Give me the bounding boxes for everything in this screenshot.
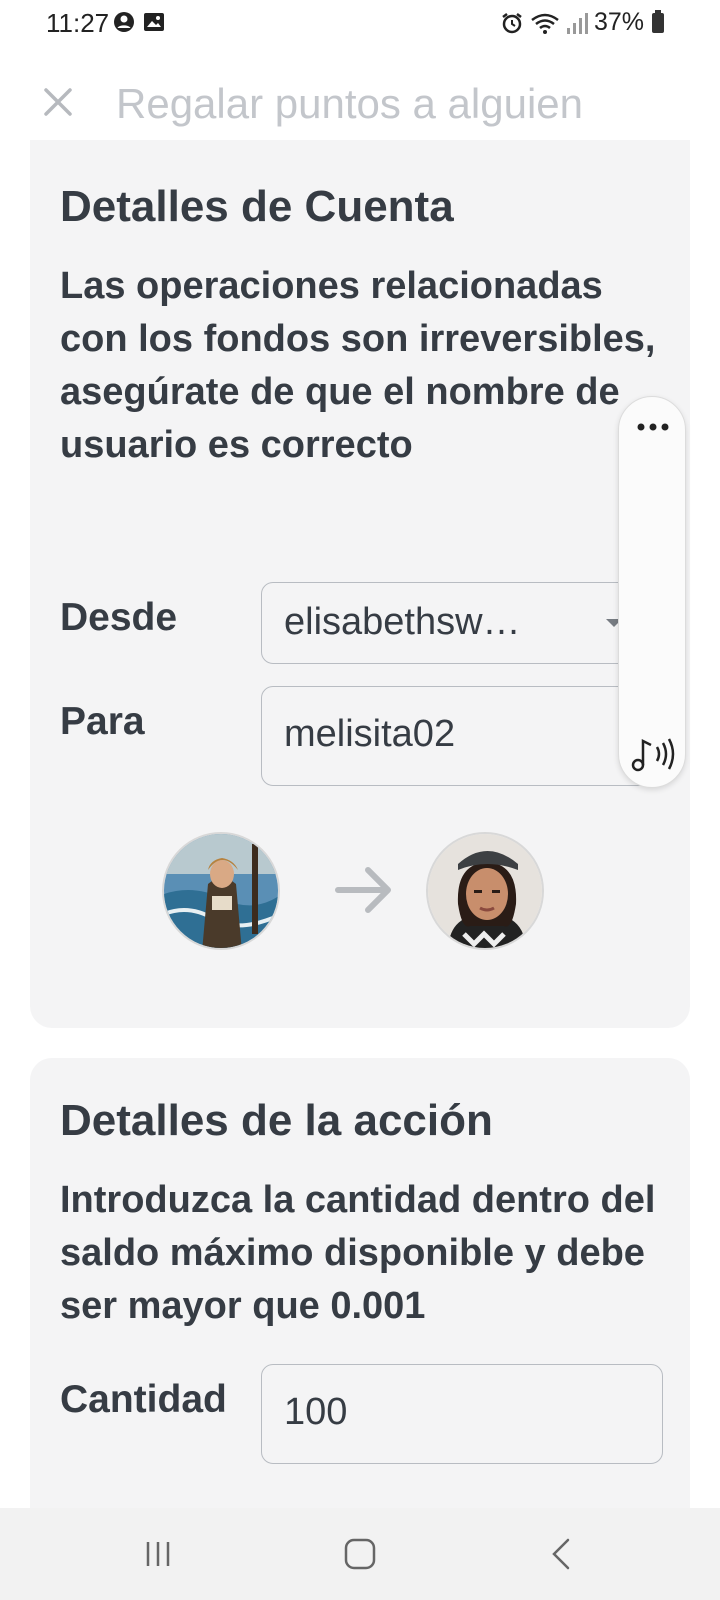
- recents-icon[interactable]: [134, 1530, 182, 1578]
- to-username-input[interactable]: melisita02: [261, 686, 663, 786]
- recipient-avatar-image: [428, 834, 542, 948]
- account-circle-icon: [114, 12, 134, 32]
- alarm-icon: [502, 12, 522, 33]
- from-account-value: elisabethsw…: [284, 601, 521, 643]
- status-time: 11:27: [46, 8, 110, 38]
- system-navigation-bar: [0, 1508, 720, 1600]
- arrow-right-icon: [335, 867, 391, 913]
- amount-label: Cantidad: [60, 1378, 227, 1421]
- to-label: Para: [60, 700, 145, 743]
- floating-tools-panel: [618, 396, 686, 788]
- battery-percentage: 37%: [593, 8, 644, 36]
- from-account-select[interactable]: elisabethsw…: [261, 582, 663, 664]
- back-icon[interactable]: [538, 1530, 586, 1578]
- from-label: Desde: [60, 596, 178, 639]
- status-notification-icons: [113, 11, 165, 33]
- battery-icon: [652, 9, 664, 33]
- status-bar: 11:27 37%: [0, 0, 720, 48]
- amount-input[interactable]: 100: [261, 1364, 663, 1464]
- sender-avatar-image: [164, 834, 278, 948]
- audio-music-icon[interactable]: [629, 735, 677, 773]
- app-header: Regalar puntos a alguien: [0, 62, 720, 152]
- status-system-icons: 37%: [500, 8, 664, 37]
- screen: 11:27 37% Regalar puntos a alguien Detal…: [0, 0, 720, 1600]
- close-icon[interactable]: [34, 78, 82, 126]
- account-details-card: Detalles de Cuenta Las operaciones relac…: [30, 140, 690, 1028]
- recipient-avatar: [426, 832, 544, 950]
- action-details-description: Introduzca la cantidad dentro del saldo …: [60, 1179, 656, 1327]
- signal-icon: [566, 12, 588, 34]
- account-details-description: Las operaciones relacionadas con los fon…: [60, 265, 656, 466]
- more-horizontal-icon[interactable]: [631, 415, 675, 439]
- image-icon: [144, 13, 164, 31]
- home-icon[interactable]: [336, 1530, 384, 1578]
- amount-value: 100: [284, 1391, 348, 1433]
- account-details-title: Detalles de Cuenta: [60, 182, 454, 231]
- to-username-value: melisita02: [284, 713, 456, 755]
- action-details-title: Detalles de la acción: [60, 1096, 493, 1145]
- page-title: Regalar puntos a alguien: [116, 80, 584, 127]
- sender-avatar: [162, 832, 280, 950]
- wifi-icon: [531, 13, 559, 34]
